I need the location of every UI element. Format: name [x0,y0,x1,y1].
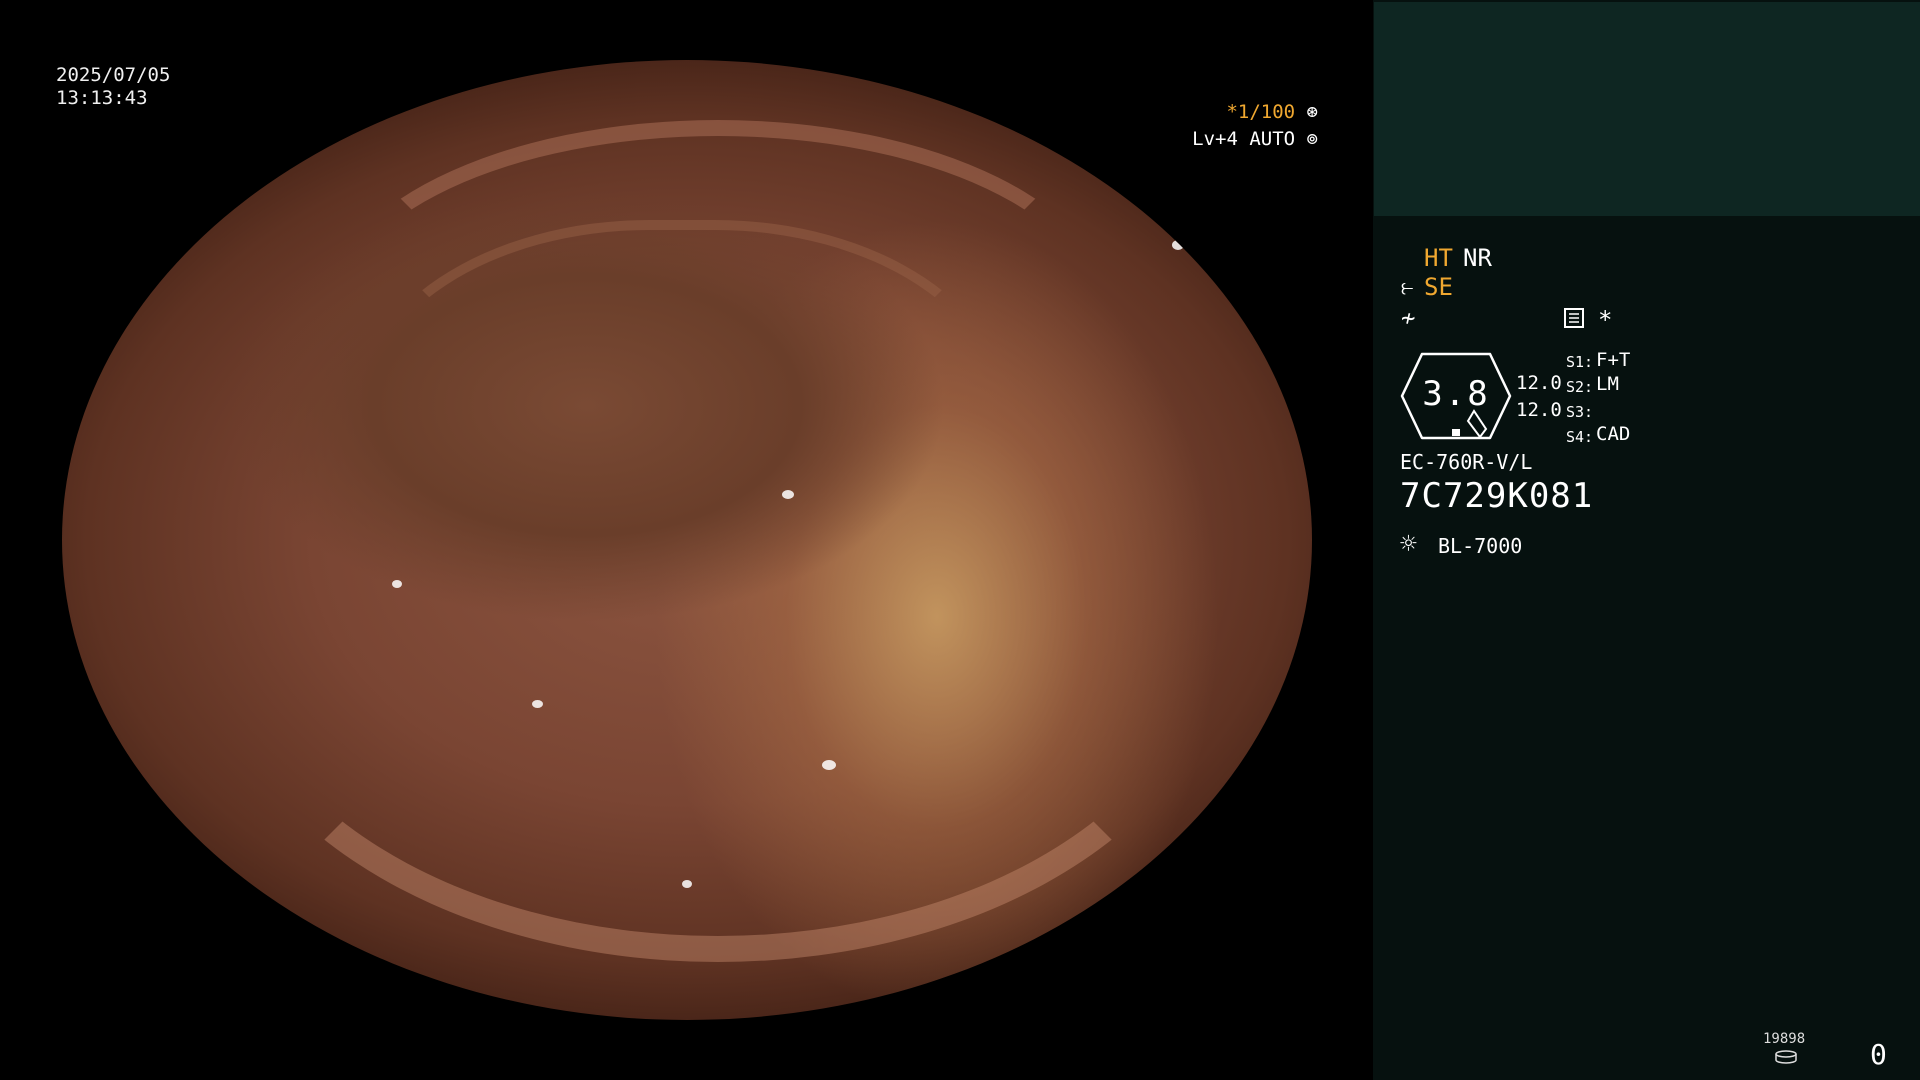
setting-value-2: 12.0 [1516,399,1562,421]
light-source-icon: ☼ [1400,527,1417,560]
endoscope-image-area: 2025/07/05 13:13:43 *1/100 ⊛ Lv+4 AUTO ⊚ [0,0,1372,1080]
light-reflection [532,700,543,708]
disk-icon [1775,1050,1797,1064]
switch-1-label: S1: [1566,353,1594,371]
brightness-level-text: Lv+4 AUTO [1192,128,1296,150]
zoom-value: 3.8 [1422,374,1490,414]
flash-off-icon: ≁ [1401,304,1416,332]
image-count: 0 [1870,1038,1887,1071]
setting-value-1: 12.0 [1516,372,1562,394]
exposure-settings: *1/100 ⊛ Lv+4 AUTO ⊚ [0,99,1318,153]
document-icon [1564,308,1584,328]
mucosal-fold [202,270,1234,962]
switch-4-label: S4: [1566,428,1594,446]
nr-mode-label: NR [1463,244,1492,272]
se-mode-label: SE [1424,273,1453,301]
shutter-icon: ⊛ [1306,101,1318,123]
light-reflection [782,490,794,499]
scope-model: EC-760R-V/L [1400,450,1533,474]
switch-4-value: CAD [1596,423,1631,445]
patient-info-block [1374,2,1920,216]
star-indicator: * [1598,306,1613,334]
switch-3-label: S3: [1566,403,1594,421]
switch-2-label: S2: [1566,378,1594,396]
scope-serial: 7C729K081 [1400,476,1594,516]
ht-mode-label: HT [1424,244,1453,272]
shutter-speed-text: *1/100 [1226,101,1296,123]
iris-icon: ⊚ [1306,128,1318,150]
light-reflection [822,760,836,770]
endoscope-live-view [62,60,1312,1020]
document-lines [1569,313,1579,323]
switch-1-value: F+T [1596,349,1631,371]
light-reflection [682,880,692,888]
light-source-model: BL-7000 [1438,534,1523,558]
storage-count: 19898 [1763,1031,1806,1047]
structure-enhancement-icon: ⥼ [1401,275,1414,300]
date-text: 2025/07/05 [56,64,171,86]
light-reflection [1172,240,1184,250]
light-reflection [392,580,402,588]
light-reflection [262,900,271,907]
switch-2-value: LM [1596,373,1619,395]
